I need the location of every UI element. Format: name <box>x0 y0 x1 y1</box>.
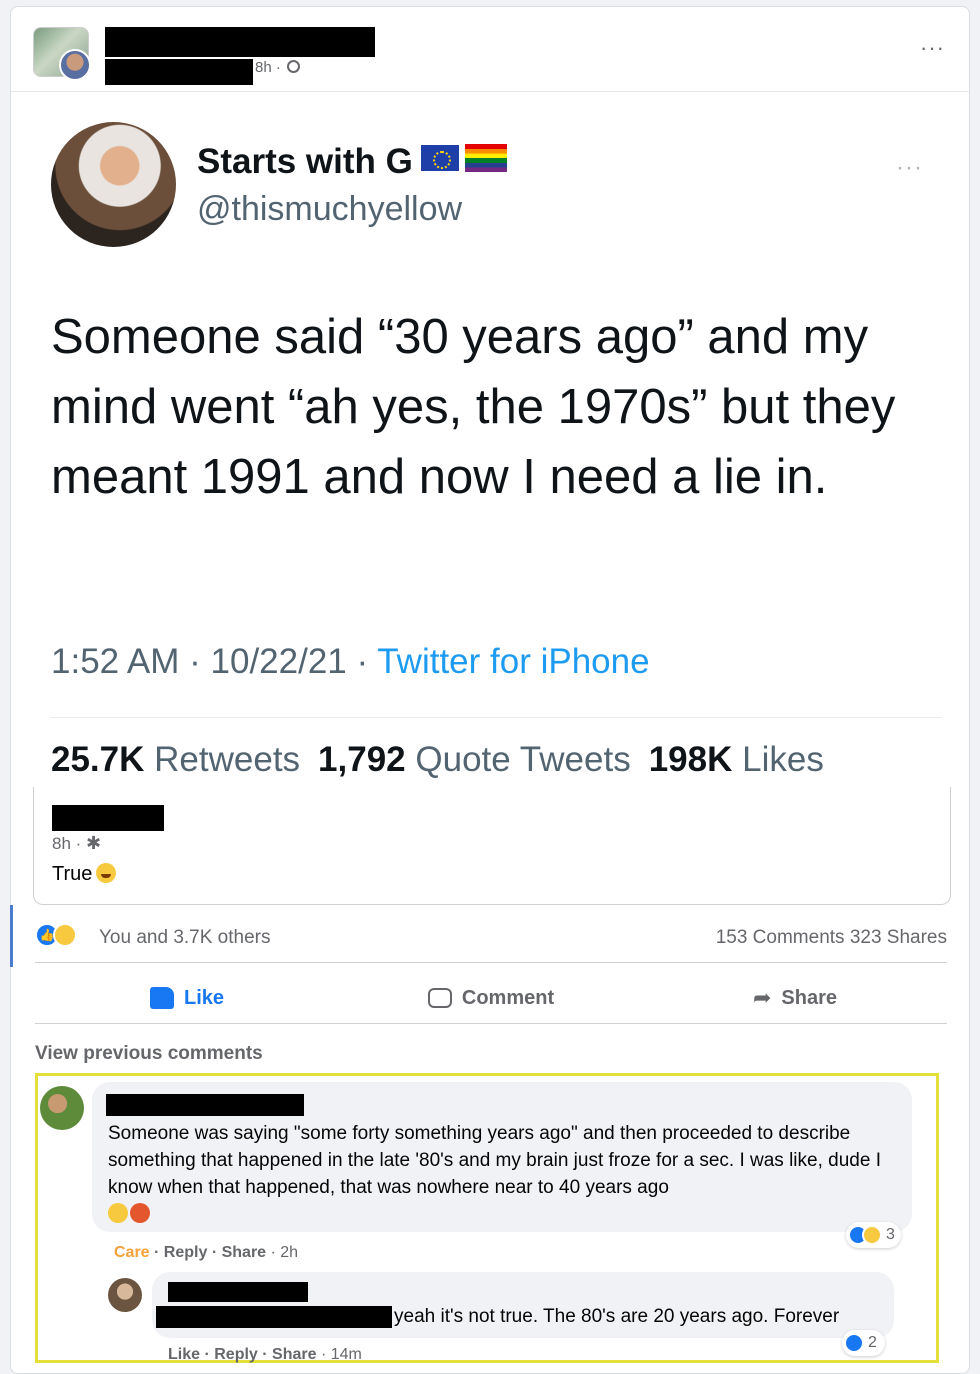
tweet-author-name: Starts with G <box>197 142 507 182</box>
tweet-author-avatar <box>51 122 176 247</box>
reactions-who[interactable]: You and 3.7K others <box>99 927 271 949</box>
reply-reaction-count: 2 <box>868 1334 877 1351</box>
reply-actions: Like · Reply · Share · 14m <box>168 1346 362 1364</box>
comment-actions: Care · Reply · Share · 2h <box>114 1244 298 1262</box>
share-button[interactable]: ➦ Share <box>643 969 947 1027</box>
rainbow-flag-icon <box>464 144 507 172</box>
post-meta: 8h · <box>255 59 301 76</box>
like-reaction-icon <box>844 1333 864 1353</box>
reply-time[interactable]: · 14m <box>317 1346 362 1363</box>
share-link[interactable]: Share <box>222 1244 266 1261</box>
retweets-label: Retweets <box>154 740 301 779</box>
tweet-text: Someone said “30 years ago” and my mind … <box>51 310 896 504</box>
caption-text-value: True <box>52 863 93 885</box>
comment-reactions[interactable]: 3 <box>846 1222 901 1248</box>
like-link[interactable]: Like <box>168 1346 200 1363</box>
comments-shares-count[interactable]: 153 Comments 323 Shares <box>716 927 947 949</box>
tweet-screenshot: Starts with G @thismuchyellow ··· Someon… <box>11 92 969 782</box>
quotes-label: Quote Tweets <box>415 740 631 779</box>
divider <box>35 962 947 963</box>
likes-count: 198K <box>648 740 733 779</box>
redacted-caption-author <box>52 805 164 831</box>
redacted-group-name <box>105 27 375 57</box>
view-previous-comments-link[interactable]: View previous comments <box>35 1043 263 1065</box>
like-button[interactable]: Like <box>35 969 339 1027</box>
post-header: 8h · ··· <box>33 21 953 91</box>
tweet-author-handle: @thismuchyellow <box>197 190 463 228</box>
care-reaction-icon <box>862 1225 882 1245</box>
reply-reactions[interactable]: 2 <box>842 1330 885 1356</box>
tweet-divider <box>51 717 941 718</box>
share-arrow-icon: ➦ <box>752 985 772 1010</box>
comment-label: Comment <box>461 986 555 1009</box>
tweet-more-icon: ··· <box>896 154 923 181</box>
reply-link[interactable]: · Reply · <box>200 1346 272 1363</box>
redacted-mention <box>156 1306 392 1328</box>
comment-bubble: Someone was saying "some forty something… <box>92 1082 912 1232</box>
reply-text: yeah it's not true. The 80's are 20 year… <box>394 1306 840 1327</box>
reply-avatar[interactable] <box>108 1278 142 1312</box>
care-reaction-link[interactable]: Care <box>114 1244 150 1261</box>
commenter-avatar[interactable] <box>40 1086 84 1130</box>
redacted-reply-author <box>168 1282 308 1302</box>
laughing-emoji-icon <box>96 863 117 883</box>
caption-meta: 8h · ✱ <box>52 833 101 854</box>
highlighted-comments: Someone was saying "some forty something… <box>35 1073 939 1363</box>
redacted-commenter-name <box>106 1094 304 1116</box>
shared-post-caption[interactable]: 8h · ✱ True <box>33 787 951 905</box>
thumbs-up-icon <box>149 987 174 1009</box>
grimacing-emoji-icon <box>108 1203 128 1223</box>
retweets-count: 25.7K <box>51 740 145 779</box>
angry-emoji-icon <box>130 1203 150 1223</box>
comment-icon <box>427 988 452 1008</box>
gear-icon: ✱ <box>86 833 102 853</box>
like-label: Like <box>183 986 225 1009</box>
tweet-time-text: 1:52 AM · 10/22/21 · <box>51 642 378 681</box>
comment-reaction-count: 3 <box>886 1226 895 1243</box>
post-actions: Like Comment ➦ Share <box>35 969 947 1027</box>
comment-text: Someone was saying "some forty something… <box>108 1120 908 1228</box>
haha-reaction-icon[interactable] <box>53 923 77 947</box>
comment-time[interactable]: · 2h <box>266 1244 299 1261</box>
eu-flag-icon <box>420 145 459 171</box>
user-avatar[interactable] <box>59 49 91 81</box>
quotes-count: 1,792 <box>318 740 406 779</box>
tweet-source: Twitter for iPhone <box>377 642 650 681</box>
comment-text-value: Someone was saying "some forty something… <box>108 1123 881 1198</box>
left-accent-bar <box>10 905 13 967</box>
globe-icon <box>287 60 301 73</box>
caption-text: True <box>52 863 117 886</box>
caption-timestamp[interactable]: 8h · <box>52 834 86 853</box>
reply-link[interactable]: · Reply · <box>150 1244 222 1261</box>
comment-button[interactable]: Comment <box>339 969 643 1027</box>
redacted-user-name <box>105 59 253 85</box>
tweet-author-name-text: Starts with G <box>197 142 413 181</box>
reply-bubble <box>152 1272 894 1338</box>
likes-label: Likes <box>742 740 824 779</box>
share-label: Share <box>781 986 838 1009</box>
reactions-summary: 👍 You and 3.7K others 153 Comments 323 S… <box>35 919 947 949</box>
share-link[interactable]: Share <box>272 1346 316 1363</box>
tweet-timestamp: 1:52 AM · 10/22/21 · Twitter for iPhone <box>51 642 650 682</box>
facebook-post: 8h · ··· Starts with G @thismuchyellow ·… <box>10 6 970 1374</box>
more-options-icon[interactable]: ··· <box>920 37 945 59</box>
divider <box>35 1023 947 1024</box>
tweet-stats: 25.7K Retweets 1,792 Quote Tweets 198K Lik… <box>51 740 824 780</box>
post-timestamp[interactable]: 8h <box>255 59 272 76</box>
